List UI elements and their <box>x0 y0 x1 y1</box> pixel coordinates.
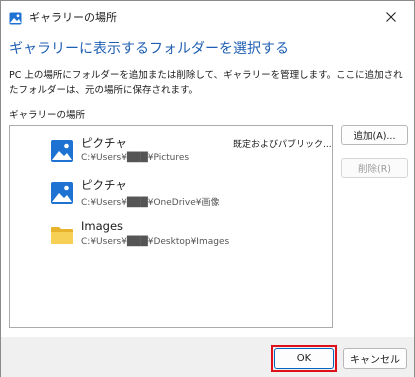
window-title: ギャラリーの場所 <box>29 11 117 24</box>
gallery-app-icon <box>9 10 22 25</box>
close-icon <box>386 7 396 26</box>
pictures-folder-icon <box>50 139 74 163</box>
dialog-heading: ギャラリーに表示するフォルダーを選択する <box>9 41 289 57</box>
cancel-button[interactable]: キャンセル <box>343 348 407 369</box>
dialog-footer: OK キャンセル <box>1 337 414 377</box>
title-bar[interactable]: ギャラリーの場所 <box>1 1 414 31</box>
location-name: ピクチャ <box>81 136 127 150</box>
gallery-locations-dialog: ギャラリーの場所 ギャラリーに表示するフォルダーを選択する PC 上の場所にフォ… <box>0 0 415 377</box>
dialog-description: PC 上の場所にフォルダーを追加または削除して、ギャラリーを管理します。ここに追… <box>9 70 403 96</box>
location-path: C:¥Users¥███¥OneDrive¥画像 <box>81 198 220 208</box>
close-button[interactable] <box>368 1 414 31</box>
location-name: ピクチャ <box>81 178 127 192</box>
locations-list-label: ギャラリーの場所 <box>9 110 86 121</box>
list-item-pictures[interactable]: ピクチャ C:¥Users¥███¥Pictures 既定およびパブリック... <box>10 131 332 173</box>
location-path: C:¥Users¥███¥Desktop¥Images <box>81 237 230 247</box>
locations-list[interactable]: ピクチャ C:¥Users¥███¥Pictures 既定およびパブリック...… <box>9 125 333 328</box>
location-path: C:¥Users¥███¥Pictures <box>81 153 190 163</box>
add-button[interactable]: 追加(A)... <box>341 125 408 145</box>
list-item-images[interactable]: Images C:¥Users¥███¥Desktop¥Images <box>10 215 332 257</box>
folder-icon <box>50 223 74 247</box>
location-status: 既定およびパブリック... <box>233 140 332 150</box>
remove-button[interactable]: 削除(R) <box>341 158 408 178</box>
pictures-folder-icon <box>50 181 74 205</box>
list-item-onedrive-pictures[interactable]: ピクチャ C:¥Users¥███¥OneDrive¥画像 <box>10 173 332 215</box>
location-name: Images <box>81 219 124 233</box>
ok-button[interactable]: OK <box>274 348 334 369</box>
